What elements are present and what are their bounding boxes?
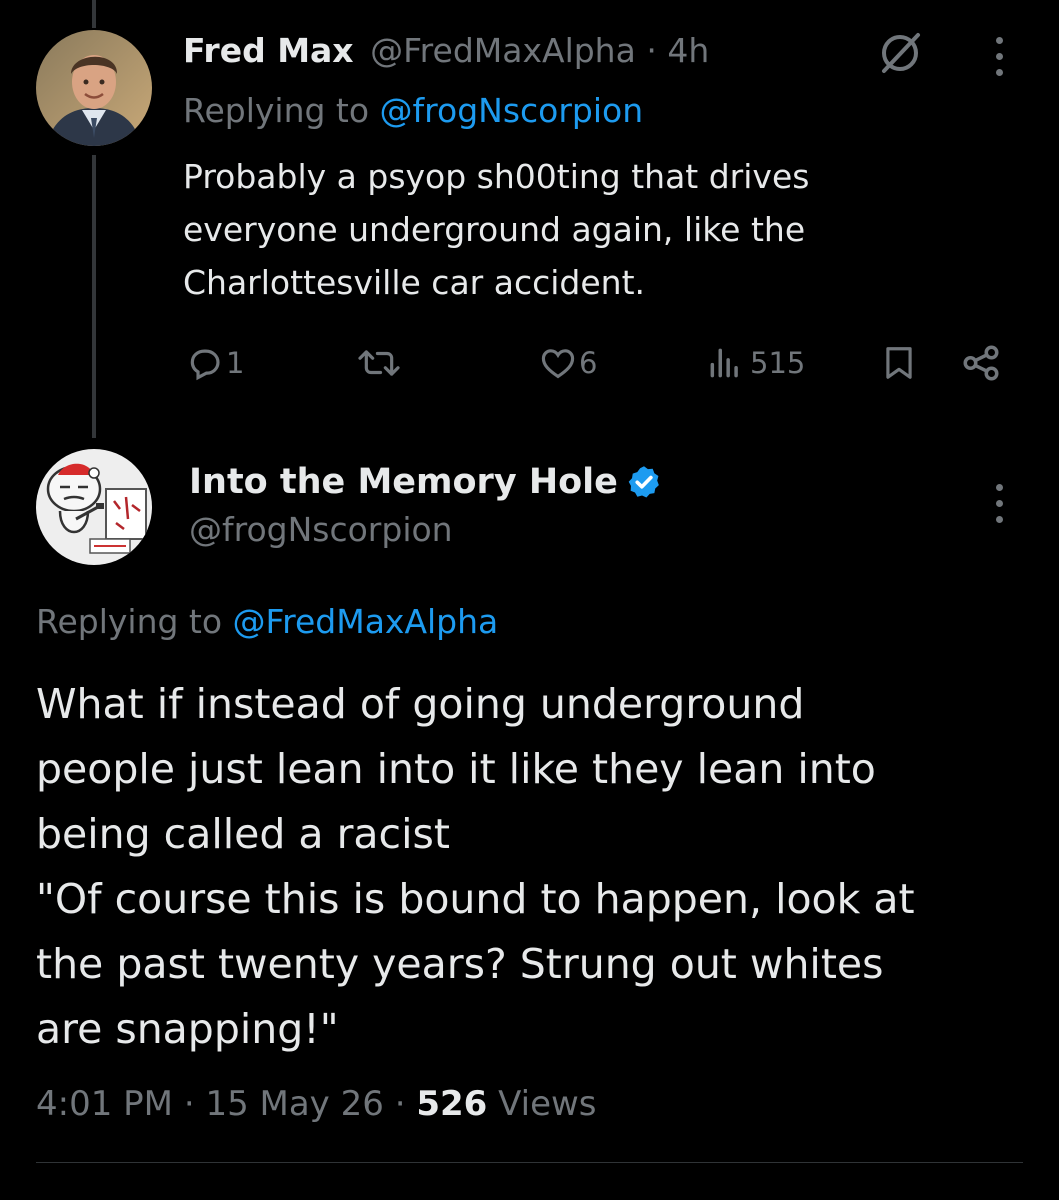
bookmark-button[interactable] [880, 344, 918, 382]
replying-to-line: Replying to @FredMaxAlpha [36, 599, 498, 645]
more-options-icon[interactable] [993, 484, 1005, 523]
thread-line-bottom [92, 155, 96, 438]
retweet-button[interactable] [356, 344, 402, 382]
tweet-date[interactable]: 15 May 26 [205, 1084, 383, 1124]
more-options-icon[interactable] [993, 37, 1005, 76]
reply-button[interactable]: 1 [186, 344, 244, 382]
share-button[interactable] [960, 342, 1002, 384]
tweet-text-line: "Of course this is bound to happen, look… [36, 875, 915, 923]
author-handle[interactable]: @frogNscorpion [189, 507, 453, 553]
memory-hole-avatar[interactable] [36, 449, 152, 565]
tweet-text-line: people just lean into it like they lean … [36, 745, 876, 793]
retweet-icon [358, 350, 400, 376]
verified-badge-icon[interactable] [626, 464, 662, 500]
author-handle[interactable]: @FredMaxAlpha [370, 31, 636, 70]
fred-max-avatar[interactable] [36, 30, 152, 146]
main-tweet-text: What if instead of going underground peo… [36, 672, 1026, 1062]
replying-to-label: Replying to [183, 91, 370, 130]
replying-to-handle[interactable]: @FredMaxAlpha [233, 602, 499, 641]
reply-count: 1 [226, 346, 245, 380]
grok-icon[interactable] [876, 29, 924, 77]
divider [36, 1162, 1023, 1163]
tweet-text-line: the past twenty years? Strung out whites [36, 940, 884, 988]
thread-line-top [92, 0, 96, 28]
bookmark-icon [886, 347, 912, 379]
meta-separator: · [183, 1084, 195, 1124]
view-count: 515 [750, 346, 806, 380]
replying-to-line: Replying to @frogNscorpion [183, 88, 643, 134]
main-author-name-row: Into the Memory Hole [189, 458, 662, 506]
tweet-text-line: What if instead of going underground [36, 680, 805, 728]
reply-tweet-text: Probably a psyop sh00ting that drives ev… [183, 157, 810, 302]
tweet-time[interactable]: 4h [667, 31, 709, 70]
views-label: Views [498, 1084, 597, 1124]
tweet-meta: 4:01 PM · 15 May 26 · 526 Views [36, 1080, 597, 1128]
share-icon [963, 345, 999, 381]
analytics-icon [710, 348, 738, 378]
views-count[interactable]: 526 [416, 1084, 487, 1124]
author-name[interactable]: Fred Max [183, 31, 354, 70]
meta-separator: · [394, 1084, 406, 1124]
views-button[interactable]: 515 [706, 344, 805, 382]
replying-to-label: Replying to [36, 602, 223, 641]
reply-tweet-header: Fred Max @FredMaxAlpha · 4h [183, 28, 709, 74]
tweet-time[interactable]: 4:01 PM [36, 1084, 173, 1124]
like-button[interactable]: 6 [539, 344, 597, 382]
reply-icon [190, 349, 220, 381]
heart-icon [541, 349, 575, 379]
like-count: 6 [579, 346, 598, 380]
author-name[interactable]: Into the Memory Hole [189, 458, 618, 506]
replying-to-handle[interactable]: @frogNscorpion [380, 91, 644, 130]
tweet-text-line: are snapping!" [36, 1005, 339, 1053]
tweet-text-line: being called a racist [36, 810, 450, 858]
header-separator: · [646, 31, 657, 70]
